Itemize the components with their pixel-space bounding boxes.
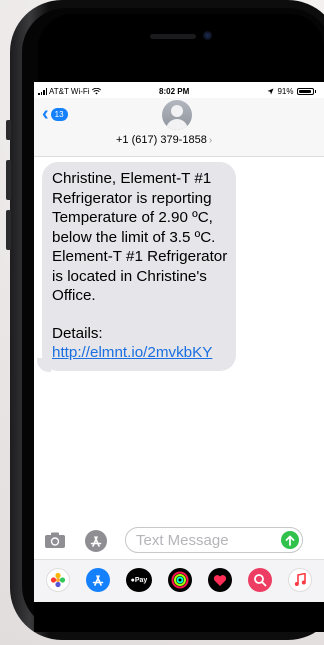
send-button[interactable] (281, 531, 299, 549)
message-input-placeholder: Text Message (136, 532, 229, 549)
earpiece-speaker (150, 34, 196, 39)
battery-percentage: 91% (277, 87, 294, 96)
battery-icon (296, 88, 314, 95)
heart-icon (213, 574, 227, 586)
app-store-app-icon[interactable] (86, 568, 110, 592)
front-camera (203, 31, 212, 40)
app-store-icon[interactable] (85, 530, 107, 552)
activity-rings-icon (171, 571, 189, 589)
volume-up-button (6, 160, 11, 200)
app-store-a-icon (92, 575, 104, 586)
message-text: Christine, Element-T #1 Refrigerator is … (52, 170, 228, 304)
notch (38, 14, 324, 84)
status-time: 8:02 PM (159, 87, 190, 96)
volume-down-button (6, 210, 11, 250)
conversation-header: ‹ 13 +1 (617) 379-1858 › (34, 98, 324, 157)
apple-pay-app-icon[interactable]: ●Pay (126, 568, 152, 592)
activity-app-icon[interactable] (168, 568, 192, 592)
app-store-glyph-icon (90, 536, 102, 547)
carrier-label: AT&T Wi-Fi (49, 87, 90, 96)
music-note-icon (294, 573, 306, 586)
compose-bar: Text Message (34, 522, 324, 558)
mute-switch (6, 120, 11, 140)
status-right: 91% (267, 87, 316, 96)
camera-icon[interactable] (44, 532, 66, 549)
unread-count-badge: 13 (50, 107, 68, 121)
location-icon (267, 88, 274, 95)
details-label: Details: (52, 324, 103, 342)
images-search-app-icon[interactable] (248, 568, 272, 592)
message-details: Details: http://elmnt.io/2mvkbKY (52, 324, 228, 363)
battery-level (298, 90, 311, 93)
contact-avatar[interactable] (162, 100, 192, 130)
magnifier-icon (254, 574, 267, 587)
contact-number-button[interactable]: +1 (617) 379-1858 › (116, 134, 212, 146)
phone-mockup: AT&T Wi-Fi 8:02 PM 91% ‹ 13 +1 (617) 379… (0, 0, 324, 645)
photos-flower-icon (50, 572, 66, 588)
chevron-right-icon: › (208, 135, 213, 146)
photos-app-icon[interactable] (46, 568, 70, 592)
messages-screen: AT&T Wi-Fi 8:02 PM 91% ‹ 13 +1 (617) 379… (34, 82, 324, 602)
pay-text: Pay (134, 576, 148, 584)
details-link[interactable]: http://elmnt.io/2mvkbKY (52, 344, 212, 361)
bubble-tail (37, 358, 51, 372)
wifi-icon (91, 88, 101, 95)
avatar-body (166, 119, 188, 130)
received-message-bubble[interactable]: Christine, Element-T #1 Refrigerator is … (42, 162, 236, 371)
arrow-up-icon (285, 535, 295, 546)
signal-icon (38, 88, 47, 95)
status-left: AT&T Wi-Fi (38, 87, 101, 96)
back-button[interactable]: ‹ 13 (42, 103, 68, 125)
app-drawer: ●Pay (34, 559, 324, 602)
digital-touch-app-icon[interactable] (208, 568, 232, 592)
phone-bottom-bezel (34, 602, 324, 632)
music-app-icon[interactable] (288, 568, 312, 592)
message-input[interactable]: Text Message (125, 527, 303, 553)
apple-pay-label: ●Pay (131, 577, 148, 584)
avatar-head (171, 105, 183, 117)
chevron-left-icon: ‹ (42, 103, 49, 125)
battery-cap (314, 90, 316, 93)
contact-number: +1 (617) 379-1858 (116, 134, 207, 146)
